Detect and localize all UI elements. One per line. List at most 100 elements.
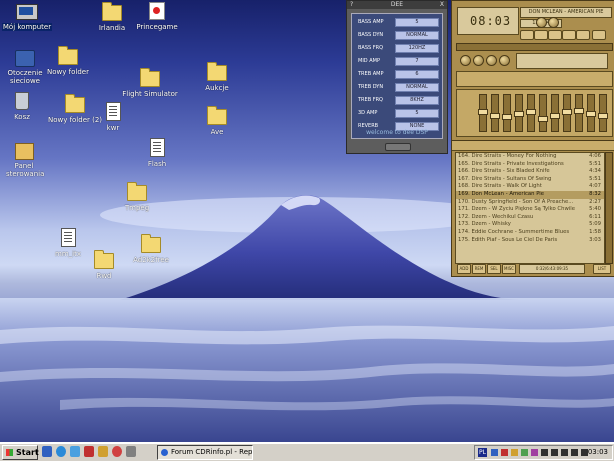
tray-icon[interactable] xyxy=(501,449,508,456)
dsp-row[interactable]: MID AMP 7 xyxy=(358,57,439,66)
dsp-row[interactable]: BASS AMP 5 xyxy=(358,18,439,27)
prev-button[interactable] xyxy=(520,30,534,40)
eq-band-slider[interactable] xyxy=(562,94,572,132)
media-icon[interactable] xyxy=(84,446,94,457)
playlist-list-button[interactable]: LIST xyxy=(593,264,611,274)
playlist-misc-button[interactable]: MISC xyxy=(502,264,516,274)
stop-icon[interactable] xyxy=(571,449,578,456)
eq-band-slider[interactable] xyxy=(598,94,608,132)
eq-knob[interactable] xyxy=(460,55,471,66)
eq-band-slider[interactable] xyxy=(490,94,500,132)
eq-band-slider[interactable] xyxy=(502,94,512,132)
playlist-row[interactable]: 170. Dusty Springfield - Son Of A Preach… xyxy=(456,199,604,207)
playlist-row[interactable]: 168. Dire Straits - Walk Of Light 4:07 xyxy=(456,183,604,191)
icon-tmpeg[interactable]: Tmpeg xyxy=(106,182,168,213)
playlist-row[interactable]: 174. Eddie Cochrane - Summertime Blues 1:… xyxy=(456,229,604,237)
prev-track-icon[interactable] xyxy=(551,449,558,456)
seek-bar[interactable] xyxy=(456,43,613,51)
playlist-remove-button[interactable]: REM xyxy=(472,264,486,274)
dsp-row[interactable]: TREB FRQ 8KHZ xyxy=(358,96,439,105)
volume-knob[interactable] xyxy=(536,17,547,28)
icon-nowy-folder[interactable]: Nowy folder xyxy=(37,46,99,77)
eq-knob[interactable] xyxy=(473,55,484,66)
icon-flash[interactable]: Flash xyxy=(126,138,188,169)
dsp-param-value[interactable]: NORMAL xyxy=(395,31,439,40)
eq-slider-thumb[interactable] xyxy=(586,111,596,117)
eq-knob[interactable] xyxy=(486,55,497,66)
dsp-param-value[interactable]: 7 xyxy=(395,57,439,66)
icon-aukcje[interactable]: Aukcje xyxy=(186,62,248,93)
playlist-row[interactable]: 173. Dzem - Whisky 5:09 xyxy=(456,221,604,229)
eq-slider-thumb[interactable] xyxy=(478,109,488,115)
tray-icon[interactable] xyxy=(491,449,498,456)
dsp-param-value[interactable]: 5 xyxy=(395,109,439,118)
playlist-titlebar[interactable] xyxy=(452,141,614,151)
playlist-tracks[interactable]: 164. Dire Straits - Money For Nothing 4:0… xyxy=(455,152,605,264)
eq-band-slider[interactable] xyxy=(538,94,548,132)
language-indicator[interactable]: PL xyxy=(478,448,487,457)
tray-icon[interactable] xyxy=(541,449,548,456)
eq-band-slider[interactable] xyxy=(526,94,536,132)
play-icon[interactable] xyxy=(561,449,568,456)
eq-band-slider[interactable] xyxy=(514,94,524,132)
dsp-row[interactable]: BASS FRQ 120HZ xyxy=(358,44,439,53)
dsp-row[interactable]: TREB AMP 6 xyxy=(358,70,439,79)
winamp-main-window[interactable]: 08:03 DON MCLEAN - AMERICAN PIE 128 44 xyxy=(451,0,614,142)
pause-button[interactable] xyxy=(548,30,562,40)
taskbar-button-forum[interactable]: Forum CDRinfo.pl - Reply t... xyxy=(157,445,253,460)
eq-slider-thumb[interactable] xyxy=(526,109,536,115)
eq-slider-thumb[interactable] xyxy=(502,114,512,120)
balance-knob[interactable] xyxy=(548,17,559,28)
tray-icon[interactable] xyxy=(511,449,518,456)
playlist-row[interactable]: 166. Dire Straits - Six Bladed Knife 4:34 xyxy=(456,168,604,176)
playlist-row-current[interactable]: 169. Don McLean - American Pie 8:32 xyxy=(456,190,604,199)
app-icon[interactable] xyxy=(126,446,136,457)
eq-slider-thumb[interactable] xyxy=(490,113,500,119)
tray-icon[interactable] xyxy=(531,449,538,456)
dsp-titlebar[interactable]: ? DEE X xyxy=(347,1,447,9)
eq-slider-thumb[interactable] xyxy=(562,109,572,115)
icon-ave[interactable]: Ave xyxy=(186,106,248,137)
eq-slider-thumb[interactable] xyxy=(574,108,584,114)
close-icon[interactable]: X xyxy=(440,1,444,9)
stop-button[interactable] xyxy=(562,30,576,40)
dsp-param-value[interactable]: 5 xyxy=(395,18,439,27)
browser-icon[interactable] xyxy=(56,446,66,457)
icon-flight-simulator[interactable]: Flight Simulator xyxy=(119,68,181,99)
playlist-add-button[interactable]: ADD xyxy=(457,264,471,274)
tray-icon[interactable] xyxy=(521,449,528,456)
dee-dsp-window[interactable]: ? DEE X BASS AMP 5 BASS DYN NORMAL BASS FR… xyxy=(346,0,448,154)
winamp-icon[interactable] xyxy=(98,446,108,457)
email-icon[interactable] xyxy=(70,446,80,457)
eq-band-slider[interactable] xyxy=(586,94,596,132)
icon-rwd[interactable]: Rwd xyxy=(73,250,135,281)
dsp-collapse-handle[interactable] xyxy=(385,143,411,151)
playlist-row[interactable]: 172. Dzem - Wechikul Czasu 6:11 xyxy=(456,214,604,222)
winamp-playlist-window[interactable]: 164. Dire Straits - Money For Nothing 4:0… xyxy=(451,140,614,277)
icon-panel-sterowania[interactable]: Panel sterowania xyxy=(0,143,55,179)
play-button[interactable] xyxy=(534,30,548,40)
playlist-row[interactable]: 164. Dire Straits - Money For Nothing 4:0… xyxy=(456,153,604,161)
playlist-row[interactable]: 165. Dire Straits - Private Investigatio… xyxy=(456,161,604,169)
dsp-row[interactable]: 3D AMP 5 xyxy=(358,109,439,118)
icon-kwr[interactable]: kwr xyxy=(82,102,144,133)
playlist-row[interactable]: 175. Edith Piaf - Sous Le Ciel De Paris 3… xyxy=(456,237,604,245)
opera-icon[interactable] xyxy=(112,446,122,457)
eject-button[interactable] xyxy=(592,30,606,40)
icon-moj-komputer[interactable]: Mój komputer xyxy=(0,4,58,32)
eq-band-slider[interactable] xyxy=(550,94,560,132)
icon-princegame[interactable]: Princegame xyxy=(126,2,188,32)
start-button[interactable]: Start xyxy=(2,445,39,460)
eq-slider-thumb[interactable] xyxy=(514,111,524,117)
eq-slider-thumb[interactable] xyxy=(550,113,560,119)
dsp-param-value[interactable]: 120HZ xyxy=(395,44,439,53)
help-icon[interactable]: ? xyxy=(350,1,353,9)
eq-slider-thumb[interactable] xyxy=(598,113,608,119)
eq-band-slider[interactable] xyxy=(574,94,584,132)
eq-slider-thumb[interactable] xyxy=(538,116,548,122)
dsp-row[interactable]: TREB DYN NORMAL xyxy=(358,83,439,92)
eq-band-slider[interactable] xyxy=(478,94,488,132)
dsp-param-value[interactable]: 8KHZ xyxy=(395,96,439,105)
playlist-row[interactable]: 167. Dire Straits - Sultans Of Swing 5:51 xyxy=(456,176,604,184)
dsp-row[interactable]: BASS DYN NORMAL xyxy=(358,31,439,40)
